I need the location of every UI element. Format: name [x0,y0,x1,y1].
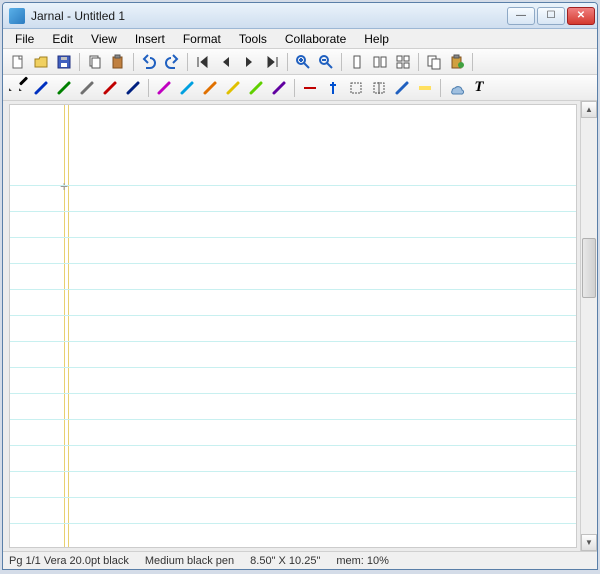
rule-line [10,445,576,446]
rule-line [10,315,576,316]
separator [148,79,149,97]
separator [472,53,473,71]
maximize-button[interactable]: ☐ [537,7,565,25]
highlighter-button[interactable] [414,77,436,99]
menu-help[interactable]: Help [356,30,397,48]
rule-line [10,185,576,186]
titlebar[interactable]: Jarnal - Untitled 1 — ☐ ✕ [3,3,597,29]
menu-tools[interactable]: Tools [231,30,275,48]
pen-blue-button[interactable] [30,77,52,99]
separator [440,79,441,97]
rule-line [10,367,576,368]
text-tool-button[interactable]: T [468,77,490,99]
cloud-button[interactable] [445,77,467,99]
separator [294,79,295,97]
separator [79,53,80,71]
pen-orange-button[interactable] [199,77,221,99]
vertical-scrollbar[interactable]: ▲ ▼ [580,101,597,551]
paper-page[interactable]: + [9,104,577,548]
copy-button[interactable] [84,51,106,73]
pen-lime-button[interactable] [245,77,267,99]
prev-page-button[interactable] [215,51,237,73]
menu-file[interactable]: File [7,30,42,48]
next-page-button[interactable] [238,51,260,73]
select-lasso-button[interactable] [368,77,390,99]
page-double-button[interactable] [369,51,391,73]
save-button[interactable] [53,51,75,73]
separator [287,53,288,71]
toolbar-pens: .pen-black::before{background:#000} T [3,75,597,101]
pen-yellow-button[interactable] [222,77,244,99]
rule-line [10,523,576,524]
rule-line [10,497,576,498]
rule-line [10,237,576,238]
redo-button[interactable] [161,51,183,73]
pen-purple-button[interactable] [268,77,290,99]
menu-insert[interactable]: Insert [127,30,173,48]
rule-line [10,393,576,394]
content-area: + ▲ ▼ [3,101,597,551]
zoom-out-button[interactable] [315,51,337,73]
zoom-in-button[interactable] [292,51,314,73]
page-single-button[interactable] [346,51,368,73]
pen-darkblue-button[interactable] [122,77,144,99]
paper-viewport[interactable]: + [3,101,580,551]
pen-icon: .pen-black::before{background:#000} [8,81,18,95]
scroll-thumb[interactable] [582,238,596,298]
first-page-button[interactable] [192,51,214,73]
separator [341,53,342,71]
separator [133,53,134,71]
duplicate-button[interactable] [423,51,445,73]
menu-collaborate[interactable]: Collaborate [277,30,354,48]
rule-line [10,419,576,420]
pen-gray-button[interactable] [76,77,98,99]
page-grid-button[interactable] [392,51,414,73]
pen-black-button[interactable]: .pen-black::before{background:#000} [7,77,29,99]
line-tool-button[interactable] [299,77,321,99]
select-rect-button[interactable] [345,77,367,99]
undo-button[interactable] [138,51,160,73]
rule-line [10,263,576,264]
separator [418,53,419,71]
close-button[interactable]: ✕ [567,7,595,25]
pen-magenta-button[interactable] [153,77,175,99]
menu-edit[interactable]: Edit [44,30,81,48]
rule-line [10,289,576,290]
scroll-track[interactable] [581,118,597,534]
open-button[interactable] [30,51,52,73]
rule-line [10,211,576,212]
rule-line [10,341,576,342]
window-controls: — ☐ ✕ [507,7,595,25]
app-window: Jarnal - Untitled 1 — ☐ ✕ File Edit View… [2,2,598,570]
cursor-mark: + [60,181,68,191]
scroll-up-button[interactable]: ▲ [581,101,597,118]
last-page-button[interactable] [261,51,283,73]
clipboard-button[interactable] [446,51,468,73]
text-icon: T [474,79,483,96]
status-size: 8.50" X 10.25" [250,555,320,567]
window-title: Jarnal - Untitled 1 [31,9,507,23]
margin-rule [64,105,65,547]
pen-cyan-button[interactable] [176,77,198,99]
pen-red-button[interactable] [99,77,121,99]
statusbar: Pg 1/1 Vera 20.0pt black Medium black pe… [3,551,597,569]
status-pen: Medium black pen [145,555,234,567]
toolbar-main [3,49,597,75]
margin-rule [68,105,69,547]
status-page: Pg 1/1 Vera 20.0pt black [9,555,129,567]
rule-line [10,471,576,472]
scroll-down-button[interactable]: ▼ [581,534,597,551]
eraser-button[interactable] [391,77,413,99]
status-mem: mem: 10% [336,555,389,567]
minimize-button[interactable]: — [507,7,535,25]
menu-format[interactable]: Format [175,30,229,48]
menu-view[interactable]: View [83,30,125,48]
menubar: File Edit View Insert Format Tools Colla… [3,29,597,49]
cursor-tool-button[interactable] [322,77,344,99]
new-button[interactable] [7,51,29,73]
app-icon [9,8,25,24]
pen-green-button[interactable] [53,77,75,99]
separator [187,53,188,71]
paste-button[interactable] [107,51,129,73]
